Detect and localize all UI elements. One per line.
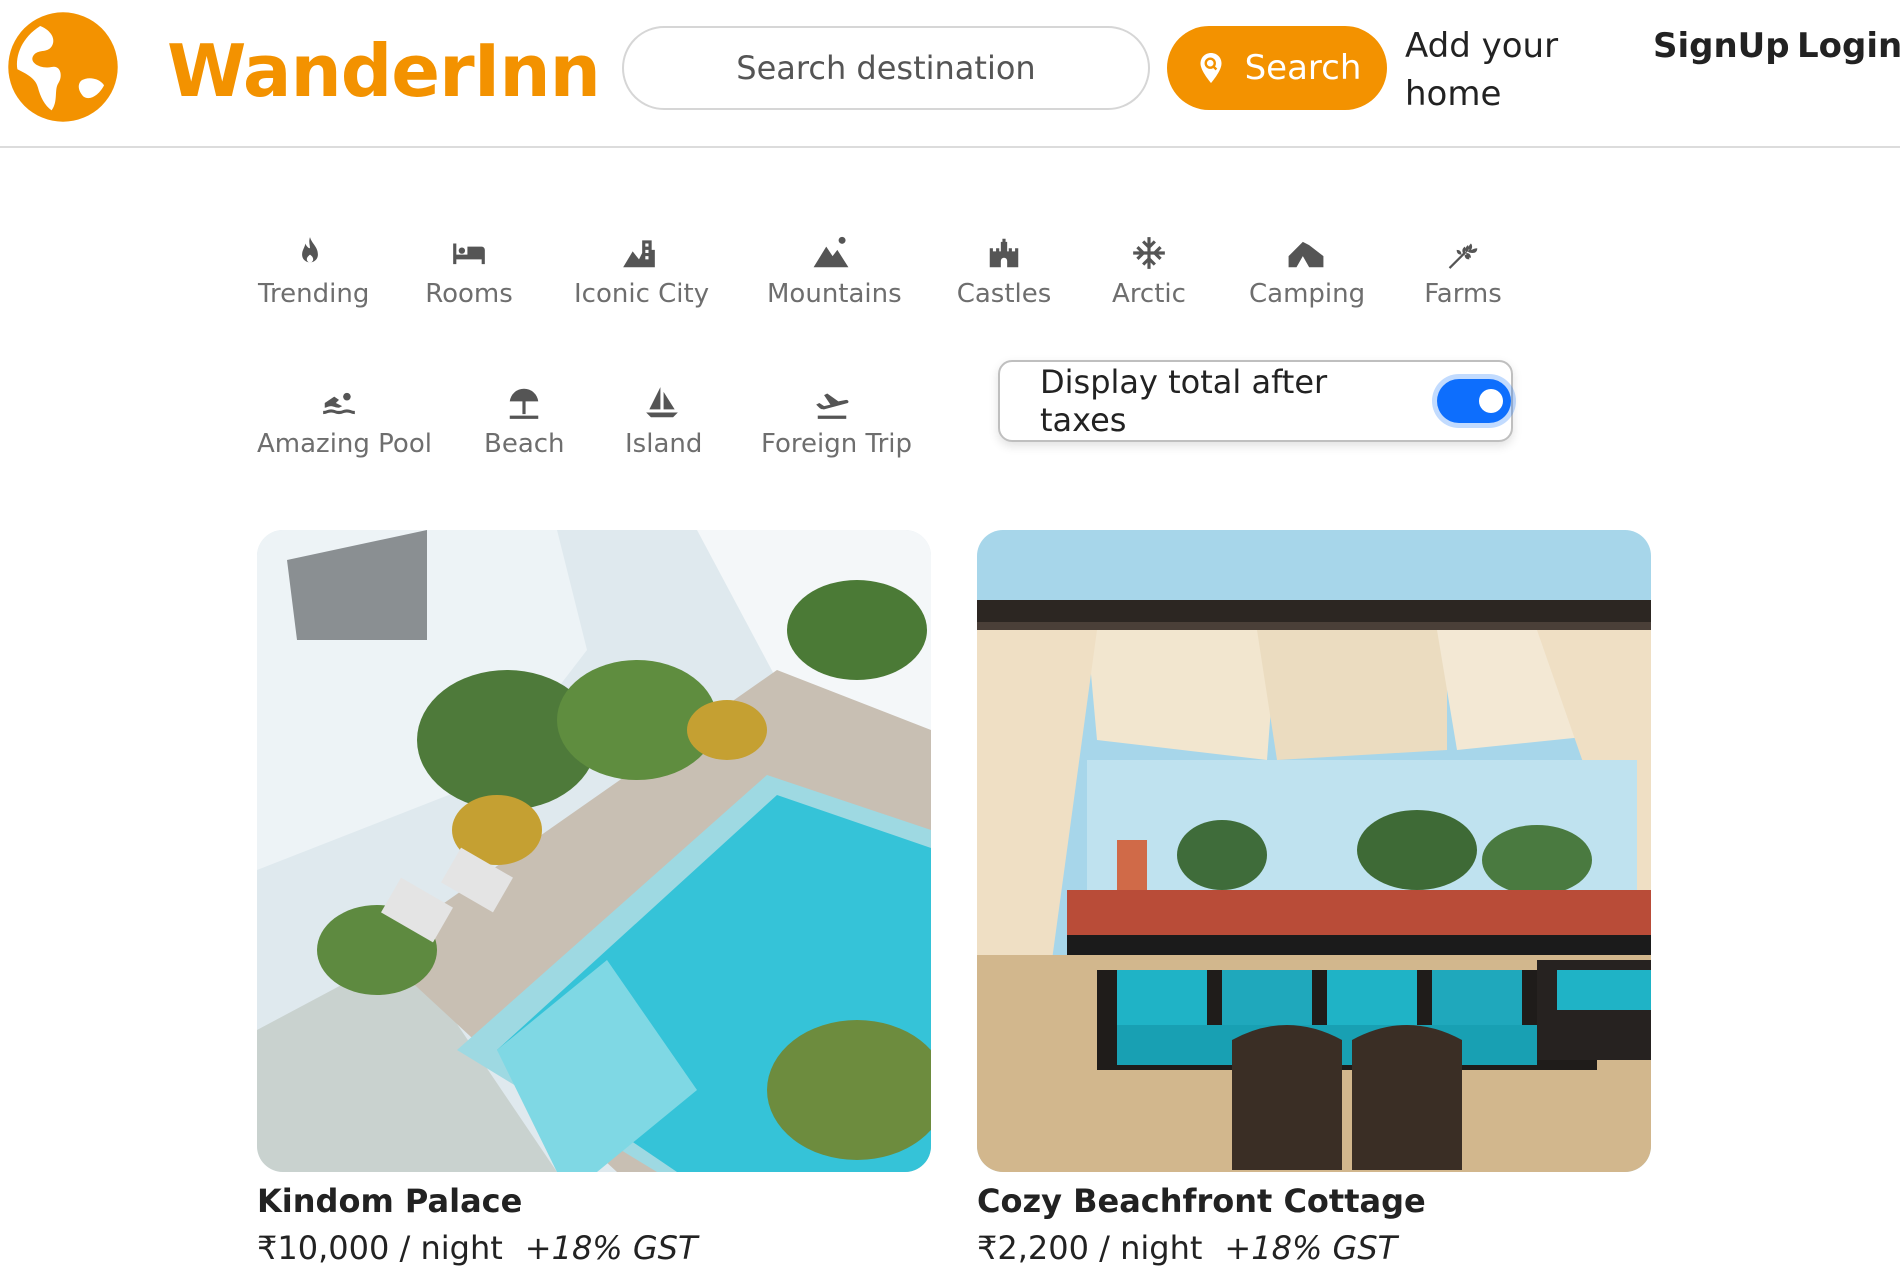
listing-price-row: ₹2,200 / night +18% GST	[977, 1224, 1651, 1272]
pool-courtyard-image	[257, 530, 931, 1172]
globe-logo-icon[interactable]	[6, 10, 120, 124]
listing-title[interactable]: Cozy Beachfront Cottage	[977, 1178, 1651, 1224]
listing-price: ₹2,200 / night	[977, 1229, 1203, 1267]
bed-icon	[453, 243, 485, 265]
category-mountains[interactable]: Mountains	[767, 228, 902, 312]
category-camping[interactable]: Camping	[1249, 228, 1366, 312]
category-label: Trending	[258, 279, 370, 309]
map-pin-search-icon	[1200, 53, 1222, 83]
category-label: Castles	[956, 279, 1052, 309]
add-your-home-link[interactable]: Add your home	[1405, 22, 1580, 118]
category-label: Arctic	[1112, 279, 1186, 309]
listing-price: ₹10,000 / night	[257, 1229, 503, 1267]
wheat-icon	[1448, 243, 1478, 269]
tax-toggle-label: Display total after taxes	[1040, 363, 1328, 439]
category-foreign-trip[interactable]: Foreign Trip	[761, 378, 912, 462]
category-amazing-pool[interactable]: Amazing Pool	[257, 378, 432, 462]
category-label: Beach	[484, 429, 565, 459]
listing-gst: +18% GST	[524, 1229, 698, 1267]
category-label: Iconic City	[574, 279, 710, 309]
category-label: Mountains	[767, 279, 902, 309]
mountain-icon	[813, 236, 849, 268]
search-button-label: Search	[1244, 48, 1362, 88]
category-farms[interactable]: Farms	[1423, 228, 1503, 312]
category-label: Foreign Trip	[761, 429, 912, 459]
category-arctic[interactable]: Arctic	[1111, 228, 1187, 312]
category-label: Island	[625, 429, 703, 459]
signup-link[interactable]: SignUp	[1653, 22, 1790, 70]
tax-toggle-container: Display total after taxes	[998, 360, 1513, 442]
login-link[interactable]: Login	[1797, 22, 1900, 70]
plane-icon	[816, 393, 849, 419]
category-label: Rooms	[425, 279, 513, 309]
listing-price-row: ₹10,000 / night +18% GST	[257, 1224, 931, 1272]
category-island[interactable]: Island	[625, 378, 703, 462]
listing-title[interactable]: Kindom Palace	[257, 1178, 931, 1224]
listing-photo[interactable]	[257, 530, 931, 1172]
castle-icon	[989, 238, 1019, 268]
search-button[interactable]: Search	[1167, 26, 1387, 110]
category-label: Amazing Pool	[257, 429, 432, 459]
category-trending[interactable]: Trending	[258, 228, 370, 312]
category-beach[interactable]: Beach	[484, 378, 565, 462]
snowflake-icon	[1133, 237, 1165, 269]
search-input[interactable]: Search destination	[622, 26, 1150, 110]
category-label: Farms	[1424, 279, 1502, 309]
listing-card[interactable]: Kindom Palace ₹10,000 / night +18% GST	[257, 530, 931, 1272]
umbrella-beach-icon	[509, 388, 539, 419]
listing-card[interactable]: Cozy Beachfront Cottage ₹2,200 / night +1…	[977, 530, 1651, 1272]
fire-icon	[302, 237, 318, 263]
sailboat-icon	[646, 387, 678, 418]
city-icon	[623, 240, 655, 268]
brand-name[interactable]: WanderInn	[167, 26, 601, 116]
swimmer-icon	[323, 392, 355, 415]
listing-gst: +18% GST	[1224, 1229, 1398, 1267]
category-iconic-city[interactable]: Iconic City	[574, 228, 710, 312]
tax-toggle-switch[interactable]	[1437, 379, 1511, 423]
listing-photo[interactable]	[977, 530, 1651, 1172]
category-label: Camping	[1249, 279, 1366, 309]
tent-icon	[1288, 241, 1324, 268]
navbar: WanderInn Search destination Search Add …	[0, 0, 1900, 148]
beach-cottage-patio-image	[977, 530, 1651, 1172]
category-rooms[interactable]: Rooms	[424, 228, 514, 312]
category-castles[interactable]: Castles	[956, 228, 1052, 312]
